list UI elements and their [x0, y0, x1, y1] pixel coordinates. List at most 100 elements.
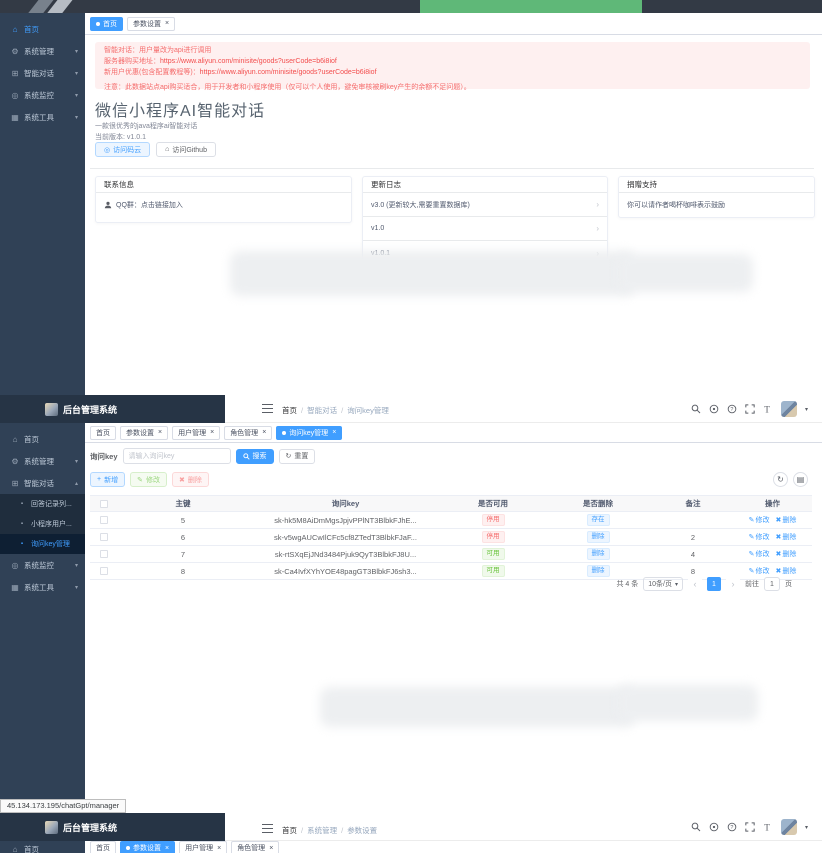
row-checkbox[interactable] [100, 550, 108, 558]
tab-users[interactable]: 用户管理× [172, 426, 220, 440]
cell-remark: 4 [653, 550, 733, 559]
tab-settings[interactable]: 参数设置 × [127, 17, 175, 31]
plus-icon: + [97, 476, 101, 483]
hamburger-icon[interactable] [262, 824, 273, 833]
close-icon[interactable]: × [165, 845, 169, 852]
row-edit-link[interactable]: ✎修改 [749, 566, 770, 576]
sidebar-item-answer-records[interactable]: ▪ 回答记录列... [0, 494, 85, 514]
tab-users[interactable]: 用户管理× [179, 841, 227, 853]
source-code-icon[interactable] [709, 822, 719, 832]
row-edit-link[interactable]: ✎修改 [749, 532, 770, 542]
tab-roles[interactable]: 角色管理× [231, 841, 279, 853]
breadcrumb-home[interactable]: 首页 [282, 405, 297, 416]
edit-button[interactable]: ✎ 修改 [130, 472, 167, 487]
tab-settings[interactable]: 参数设置× [120, 841, 175, 853]
sidebar-item-ai-chat[interactable]: ⊞ 智能对话 ▾ [0, 62, 85, 84]
aliyun-link[interactable]: https://www.aliyun.com/minisite/goods?us… [200, 69, 377, 76]
row-delete-link[interactable]: ✖删除 [776, 566, 797, 576]
question-icon[interactable]: ? [727, 822, 737, 832]
caret-down-icon[interactable]: ▾ [805, 406, 808, 413]
search-icon[interactable] [691, 404, 701, 414]
tab-settings[interactable]: 参数设置× [120, 426, 168, 440]
donate-card: 捐赠支持 你可以请作者喝杯咖啡表示鼓励 [618, 176, 815, 218]
select-all-checkbox[interactable] [100, 500, 108, 508]
home-icon: ⌂ [10, 845, 20, 853]
bullet-icon: ▪ [17, 541, 27, 547]
sidebar-item-tools[interactable]: ▦ 系统工具 ▾ [0, 106, 85, 128]
current-page-button[interactable]: 1 [707, 577, 721, 591]
section-settings-page: 后台管理系统 首页 / 系统管理 / 参数设置 ? T ▾ ⌂ [0, 811, 822, 853]
avatar[interactable] [781, 401, 797, 417]
tab-home[interactable]: 首页 [90, 841, 116, 853]
row-delete-link[interactable]: ✖删除 [776, 532, 797, 542]
sidebar-item-label: 系统管理 [24, 456, 54, 467]
search-button[interactable]: 搜索 [236, 449, 274, 464]
row-edit-link[interactable]: ✎修改 [749, 549, 770, 559]
aliyun-link[interactable]: https://www.aliyun.com/minisite/goods?us… [160, 58, 337, 65]
sidebar-item-key-management[interactable]: ▪ 询问key管理 [0, 534, 85, 554]
fullscreen-icon[interactable] [745, 822, 755, 832]
row-checkbox[interactable] [100, 533, 108, 541]
row-edit-link[interactable]: ✎修改 [749, 515, 770, 525]
tab-home[interactable]: 首页 [90, 17, 123, 31]
sidebar-item-system[interactable]: ⚙ 系统管理 ▾ [0, 450, 85, 472]
tab-key-management[interactable]: 询问key管理× [276, 426, 342, 440]
close-icon[interactable]: × [217, 845, 221, 852]
status-badge: 停用 [482, 531, 505, 543]
close-icon[interactable]: × [269, 845, 273, 852]
source-code-icon[interactable] [709, 404, 719, 414]
breadcrumb-home[interactable]: 首页 [282, 825, 297, 836]
refresh-icon[interactable]: ↻ [773, 472, 788, 487]
reset-button[interactable]: ↻ 重置 [279, 449, 316, 464]
hamburger-icon[interactable] [262, 404, 273, 413]
row-delete-link[interactable]: ✖删除 [776, 549, 797, 559]
button-label: 删除 [188, 475, 202, 485]
sidebar-item-monitor[interactable]: ◎ 系统监控 ▾ [0, 554, 85, 576]
row-delete-link[interactable]: ✖删除 [776, 515, 797, 525]
delete-button[interactable]: ✖ 删除 [172, 472, 209, 487]
fullscreen-icon[interactable] [745, 404, 755, 414]
sidebar-item-monitor[interactable]: ◎ 系统监控 ▾ [0, 84, 85, 106]
changelog-item[interactable]: v1.0 › [363, 217, 607, 241]
next-page-button[interactable]: › [726, 577, 740, 591]
search-input[interactable] [123, 448, 231, 464]
sidebar-item-miniapp-users[interactable]: ▪ 小程序用户... [0, 514, 85, 534]
font-size-icon[interactable]: T [763, 404, 773, 414]
sidebar-item-home[interactable]: ⌂ 首页 [0, 428, 85, 450]
breadcrumb-item[interactable]: 智能对话 [307, 405, 337, 416]
question-icon[interactable]: ? [727, 404, 737, 414]
visit-gitee-button[interactable]: ◎ 访问码云 [95, 142, 150, 157]
close-icon[interactable]: × [332, 429, 336, 436]
avatar[interactable] [781, 819, 797, 835]
breadcrumb-item[interactable]: 系统管理 [307, 825, 337, 836]
tab-roles[interactable]: 角色管理× [224, 426, 272, 440]
font-size-icon[interactable]: T [763, 822, 773, 832]
caret-down-icon[interactable]: ▾ [805, 824, 808, 831]
goto-page-input[interactable] [764, 577, 780, 591]
columns-icon[interactable]: ▤ [793, 472, 808, 487]
close-icon[interactable]: × [262, 429, 266, 436]
qq-group-text[interactable]: QQ群：点击链接加入 [116, 200, 183, 210]
sidebar-item-home[interactable]: ⌂ 首页 [0, 18, 85, 40]
prev-page-button[interactable]: ‹ [688, 577, 702, 591]
row-checkbox[interactable] [100, 516, 108, 524]
sidebar-item-home[interactable]: ⌂ 首页 [0, 843, 85, 853]
close-icon[interactable]: × [158, 429, 162, 436]
sidebar-item-ai-chat[interactable]: ⊞ 智能对话 ▴ [0, 472, 85, 494]
page-size-select[interactable]: 10条/页 ▾ [643, 577, 683, 591]
brand-block[interactable]: 后台管理系统 [0, 813, 225, 841]
tools-icon: ▦ [10, 583, 20, 592]
home-icon: ⌂ [10, 435, 20, 444]
sidebar-item-tools[interactable]: ▦ 系统工具 ▾ [0, 576, 85, 598]
search-icon[interactable] [691, 822, 701, 832]
visit-github-button[interactable]: ⌂ 访问Github [156, 142, 216, 157]
add-button[interactable]: + 新增 [90, 472, 125, 487]
sidebar-item-system[interactable]: ⚙ 系统管理 ▾ [0, 40, 85, 62]
tab-home[interactable]: 首页 [90, 426, 116, 440]
row-checkbox[interactable] [100, 567, 108, 575]
changelog-item[interactable]: v3.0 (更新较大,需要重置数据库) › [363, 193, 607, 217]
breadcrumb: 首页 / 智能对话 / 询问key管理 [282, 405, 389, 416]
brand-block[interactable]: 后台管理系统 [0, 395, 225, 423]
close-icon[interactable]: × [210, 429, 214, 436]
close-icon[interactable]: × [165, 20, 169, 27]
